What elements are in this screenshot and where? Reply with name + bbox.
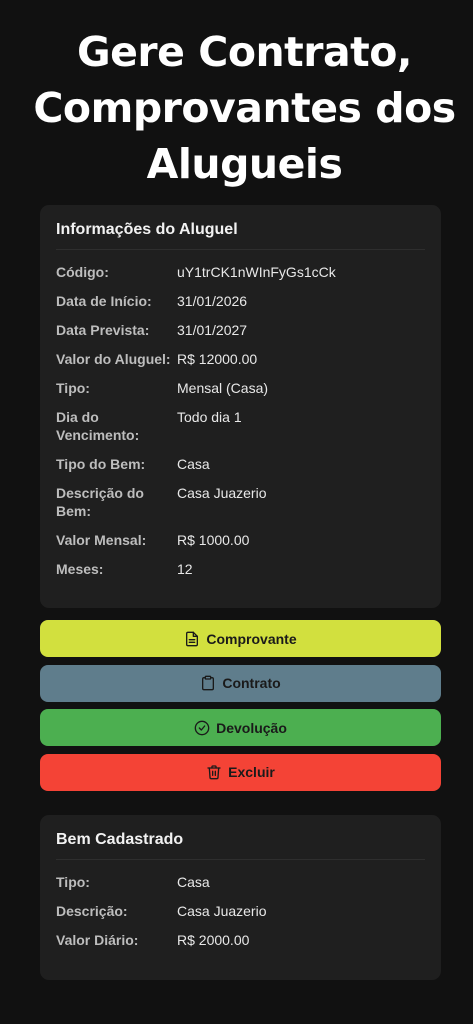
info-row-data-inicio: Data de Início: 31/01/2026	[56, 292, 425, 310]
info-label: Código:	[56, 264, 109, 280]
rental-info-title: Informações do Aluguel	[56, 219, 425, 250]
devolucao-button[interactable]: Devolução	[40, 709, 441, 746]
info-label: Tipo do Bem:	[56, 456, 146, 472]
info-value: R$ 1000.00	[177, 532, 250, 548]
info-value: 31/01/2026	[177, 293, 248, 309]
trash-icon	[206, 764, 222, 780]
info-label: Valor do Aluguel:	[56, 351, 171, 367]
page-title: Gere Contrato, Comprovantes dos Alugueis	[33, 28, 456, 188]
page: Gere Contrato, Comprovantes dos Alugueis…	[0, 0, 473, 1024]
property-card: Bem Cadastrado Tipo: Casa Descrição: Cas…	[40, 814, 441, 980]
info-value: 31/01/2027	[177, 322, 248, 338]
info-row-valor-mensal: Valor Mensal: R$ 1000.00	[56, 531, 425, 549]
info-row-valor-aluguel: Valor do Aluguel: R$ 12000.00	[56, 350, 425, 368]
bem-value: Casa Juazerio	[177, 902, 267, 919]
info-row-tipo-bem: Tipo do Bem: Casa	[56, 455, 425, 473]
info-label: Tipo:	[56, 380, 90, 396]
bem-row-descricao: Descrição: Casa Juazerio	[56, 902, 425, 920]
info-label: Data Prevista:	[56, 322, 150, 338]
bem-label: Tipo:	[56, 873, 90, 890]
file-text-icon	[184, 631, 200, 647]
excluir-button[interactable]: Excluir	[40, 753, 441, 791]
info-value: Casa	[177, 456, 210, 472]
comprovante-button[interactable]: Comprovante	[40, 620, 441, 657]
info-value: uY1trCK1nWInFyGs1cCk	[177, 264, 336, 280]
action-buttons: Comprovante Contrato Devolução Excluir	[40, 620, 441, 791]
devolucao-label: Devolução	[216, 719, 287, 736]
bem-value: R$ 2000.00	[177, 931, 250, 948]
info-value: Todo dia 1	[177, 409, 242, 425]
check-circle-icon	[194, 720, 210, 736]
bem-label: Descrição:	[56, 902, 128, 919]
info-row-data-prevista: Data Prevista: 31/01/2027	[56, 321, 425, 339]
info-row-tipo: Tipo: Mensal (Casa)	[56, 379, 425, 397]
info-value: Casa Juazerio	[177, 485, 267, 501]
excluir-label: Excluir	[228, 764, 275, 780]
info-value: Mensal (Casa)	[177, 380, 269, 396]
info-label: Dia do Vencimento:	[56, 409, 140, 443]
property-card-title: Bem Cadastrado	[56, 829, 425, 860]
info-label: Descrição do Bem:	[56, 485, 144, 519]
clipboard-icon	[200, 675, 216, 691]
info-label: Valor Mensal:	[56, 532, 147, 548]
info-value: 12	[177, 561, 193, 577]
info-label: Meses:	[56, 561, 104, 577]
info-row-meses: Meses: 12	[56, 560, 425, 578]
contrato-label: Contrato	[222, 675, 281, 691]
bem-row-tipo: Tipo: Casa	[56, 873, 425, 891]
info-row-dia-vencimento: Dia do Vencimento: Todo dia 1	[56, 408, 425, 444]
info-row-descricao-bem: Descrição do Bem: Casa Juazerio	[56, 484, 425, 520]
info-value: R$ 12000.00	[177, 351, 258, 367]
info-label: Data de Início:	[56, 293, 152, 309]
comprovante-label: Comprovante	[206, 630, 297, 647]
bem-label: Valor Diário:	[56, 931, 139, 948]
bem-row-valor-diario: Valor Diário: R$ 2000.00	[56, 931, 425, 949]
info-row-codigo: Código: uY1trCK1nWInFyGs1cCk	[56, 263, 425, 281]
bem-value: Casa	[177, 873, 210, 890]
contrato-button[interactable]: Contrato	[40, 664, 441, 702]
rental-info-card: Informações do Aluguel Código: uY1trCK1n…	[40, 205, 441, 608]
